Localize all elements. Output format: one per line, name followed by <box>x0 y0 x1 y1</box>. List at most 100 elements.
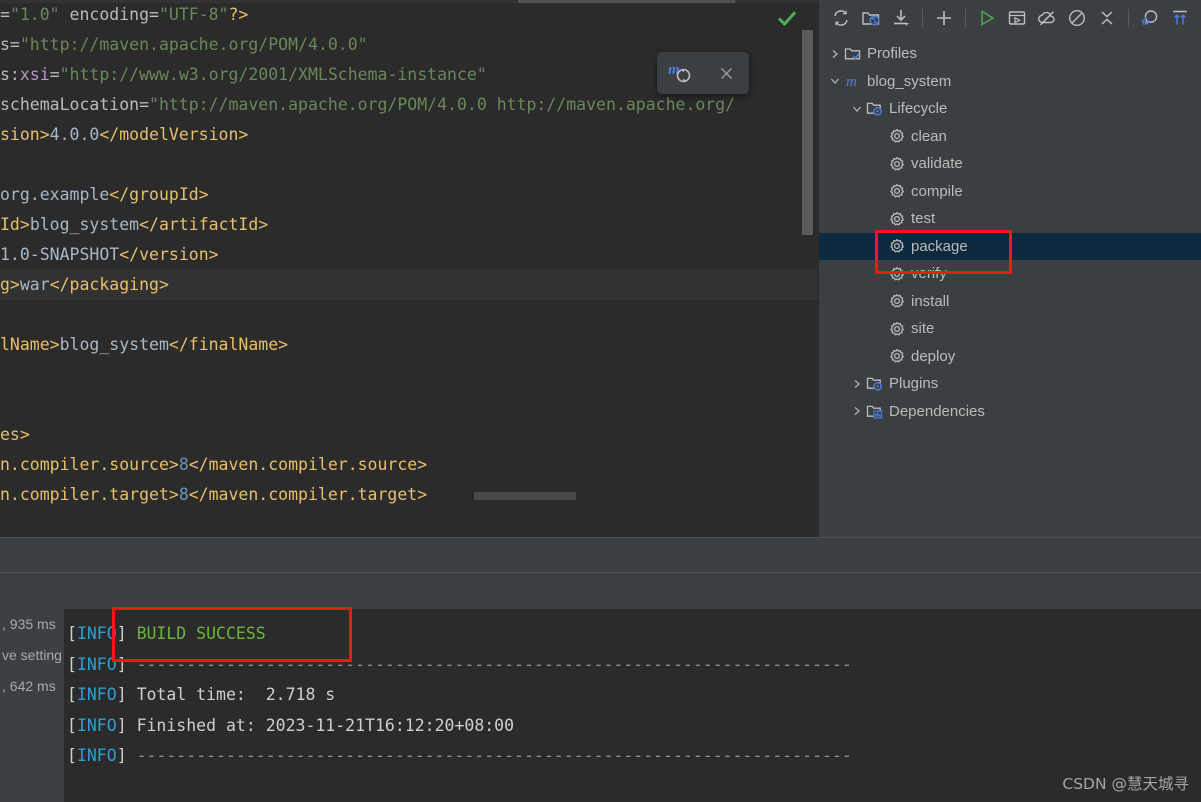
toolbar-separator <box>922 9 923 27</box>
console-token: [ <box>67 746 77 765</box>
execute-goal-icon[interactable] <box>1002 3 1032 33</box>
maven-projects-tree[interactable]: Profiles m blog_system Lifecycle clean valida… <box>819 36 1201 425</box>
goal-gear-icon <box>886 321 907 337</box>
maven-module-icon: m <box>842 72 863 90</box>
chevron-down-icon[interactable] <box>849 104 864 114</box>
maven-tree-item-label: validate <box>911 155 963 173</box>
code-editor[interactable]: ="1.0" encoding="UTF-8"?> s="http://maven… <box>0 0 818 537</box>
chevron-right-icon[interactable] <box>827 49 842 59</box>
chevron-right-icon[interactable] <box>849 406 864 416</box>
svg-text:m: m <box>846 74 857 90</box>
maven-popup-close-button[interactable] <box>703 52 749 94</box>
code-line: n.compiler.source>8</maven.compiler.sour… <box>0 450 818 480</box>
maven-tree-item-validate[interactable]: validate <box>819 150 1201 178</box>
maven-toolbar[interactable] <box>819 0 1201 36</box>
code-token: </version> <box>119 245 219 264</box>
code-token: "http://maven.apache.org/POM/4.0.0 http:… <box>149 95 736 114</box>
generate-sources-icon[interactable] <box>856 3 886 33</box>
code-token: 8 <box>178 455 189 474</box>
console-token: ] <box>116 624 137 643</box>
collapse-all-icon[interactable] <box>1092 3 1122 33</box>
maven-tree-item-test[interactable]: test <box>819 205 1201 233</box>
add-maven-project-icon[interactable] <box>929 3 959 33</box>
watermark: CSDN @慧天城寻 <box>1062 775 1189 793</box>
code-token: es> <box>0 425 30 444</box>
code-token: blog_system <box>59 335 169 354</box>
maven-reload-project-button[interactable]: m <box>657 52 703 94</box>
maven-tree-item-lifecycle[interactable]: Lifecycle <box>819 95 1201 123</box>
reimport-icon[interactable] <box>826 3 856 33</box>
toggle-offline-icon[interactable] <box>1032 3 1062 33</box>
maven-tree-item-deploy[interactable]: deploy <box>819 343 1201 371</box>
maven-tree-item-install[interactable]: install <box>819 288 1201 316</box>
console-token: ] <box>116 746 137 765</box>
maven-tree-item-site[interactable]: site <box>819 315 1201 343</box>
build-step-row[interactable]: , 935 ms <box>0 609 64 640</box>
console-token: [ <box>67 715 77 735</box>
code-line: lName>blog_system</finalName> <box>0 330 818 360</box>
console-line: [INFO] Finished at: 2023-11-21T16:12:20+… <box>67 711 1201 742</box>
goal-gear-icon <box>886 183 907 199</box>
expand-collapse-icon[interactable] <box>1165 3 1195 33</box>
goal-gear-icon <box>886 238 907 254</box>
maven-tree-item-plugins[interactable]: Plugins <box>819 370 1201 398</box>
console-token: INFO <box>76 746 117 765</box>
goal-gear-icon <box>886 211 907 227</box>
download-sources-icon[interactable] <box>886 3 916 33</box>
code-token: = <box>0 5 10 24</box>
build-output-text[interactable]: [INFO] BUILD SUCCESS [INFO] -------------… <box>67 609 1201 802</box>
build-step-row[interactable]: ve setting <box>0 640 64 671</box>
build-steps-tree[interactable]: , 935 ms ve setting, 642 ms <box>0 609 64 802</box>
build-step-row[interactable]: , 642 ms <box>0 671 64 702</box>
code-line: sion>4.0.0</modelVersion> <box>0 120 818 150</box>
maven-tree-item-clean[interactable]: clean <box>819 123 1201 151</box>
maven-tool-window[interactable]: Profiles m blog_system Lifecycle clean valida… <box>818 0 1201 537</box>
maven-tree-item-compile[interactable]: compile <box>819 178 1201 206</box>
code-token: blog_system <box>29 215 140 234</box>
panel-divider <box>0 572 1201 573</box>
maven-tree-item-label: blog_system <box>867 72 952 90</box>
editor-tab-strip-highlight <box>518 0 735 3</box>
run-icon[interactable] <box>972 3 1002 33</box>
console-line: [INFO] ---------------------------------… <box>67 650 1201 681</box>
code-line: schemaLocation="http://maven.apache.org/… <box>0 90 818 120</box>
chevron-right-icon[interactable] <box>849 379 864 389</box>
console-line: [INFO] BUILD SUCCESS <box>67 619 1201 650</box>
code-token: xsi <box>19 65 50 84</box>
toolbar-separator <box>965 9 966 27</box>
maven-tree-item-profiles[interactable]: Profiles <box>819 40 1201 68</box>
code-token: 8 <box>178 485 189 504</box>
console-token: ----------------------------------------… <box>136 654 852 674</box>
toolbar-separator <box>1128 9 1129 27</box>
console-token: [ <box>67 685 77 704</box>
goal-gear-icon <box>886 266 907 282</box>
folder-check-icon <box>842 45 863 62</box>
maven-tree-item-blog_system[interactable]: m blog_system <box>819 68 1201 96</box>
maven-load-changes-popup[interactable]: m <box>657 52 749 94</box>
maven-tree-item-package[interactable]: package <box>819 232 1201 260</box>
chevron-down-icon[interactable] <box>827 76 842 86</box>
maven-tree-item-dependencies[interactable]: Dependencies <box>819 398 1201 426</box>
maven-tree-item-label: compile <box>911 182 963 200</box>
goal-gear-icon <box>886 128 907 144</box>
maven-tree-item-verify[interactable]: verify <box>819 260 1201 288</box>
code-token: </finalName> <box>168 335 289 354</box>
goal-gear-icon <box>886 156 907 172</box>
code-token: g> <box>0 275 20 294</box>
toggle-skip-tests-icon[interactable] <box>1062 3 1092 33</box>
code-token: = <box>49 65 60 84</box>
code-line: n.compiler.target>8</maven.compiler.targ… <box>0 480 818 510</box>
console-line: [INFO] Total time: 2.718 s <box>67 680 1201 711</box>
console-token: ----------------------------------------… <box>136 746 852 765</box>
inspection-ok-check-icon[interactable] <box>778 10 796 28</box>
code-line: g>war</packaging> <box>0 270 818 300</box>
build-console-panel[interactable]: , 935 ms ve setting, 642 ms [INFO] BUILD … <box>0 609 1201 802</box>
analyze-dependencies-icon[interactable] <box>1135 3 1165 33</box>
folder-gear-icon <box>864 375 885 392</box>
editor-scrollbar-thumb[interactable] <box>802 30 813 235</box>
maven-tree-item-label: Plugins <box>889 375 939 393</box>
code-token: </maven.compiler.source> <box>188 455 428 474</box>
code-token: s= <box>0 35 20 54</box>
